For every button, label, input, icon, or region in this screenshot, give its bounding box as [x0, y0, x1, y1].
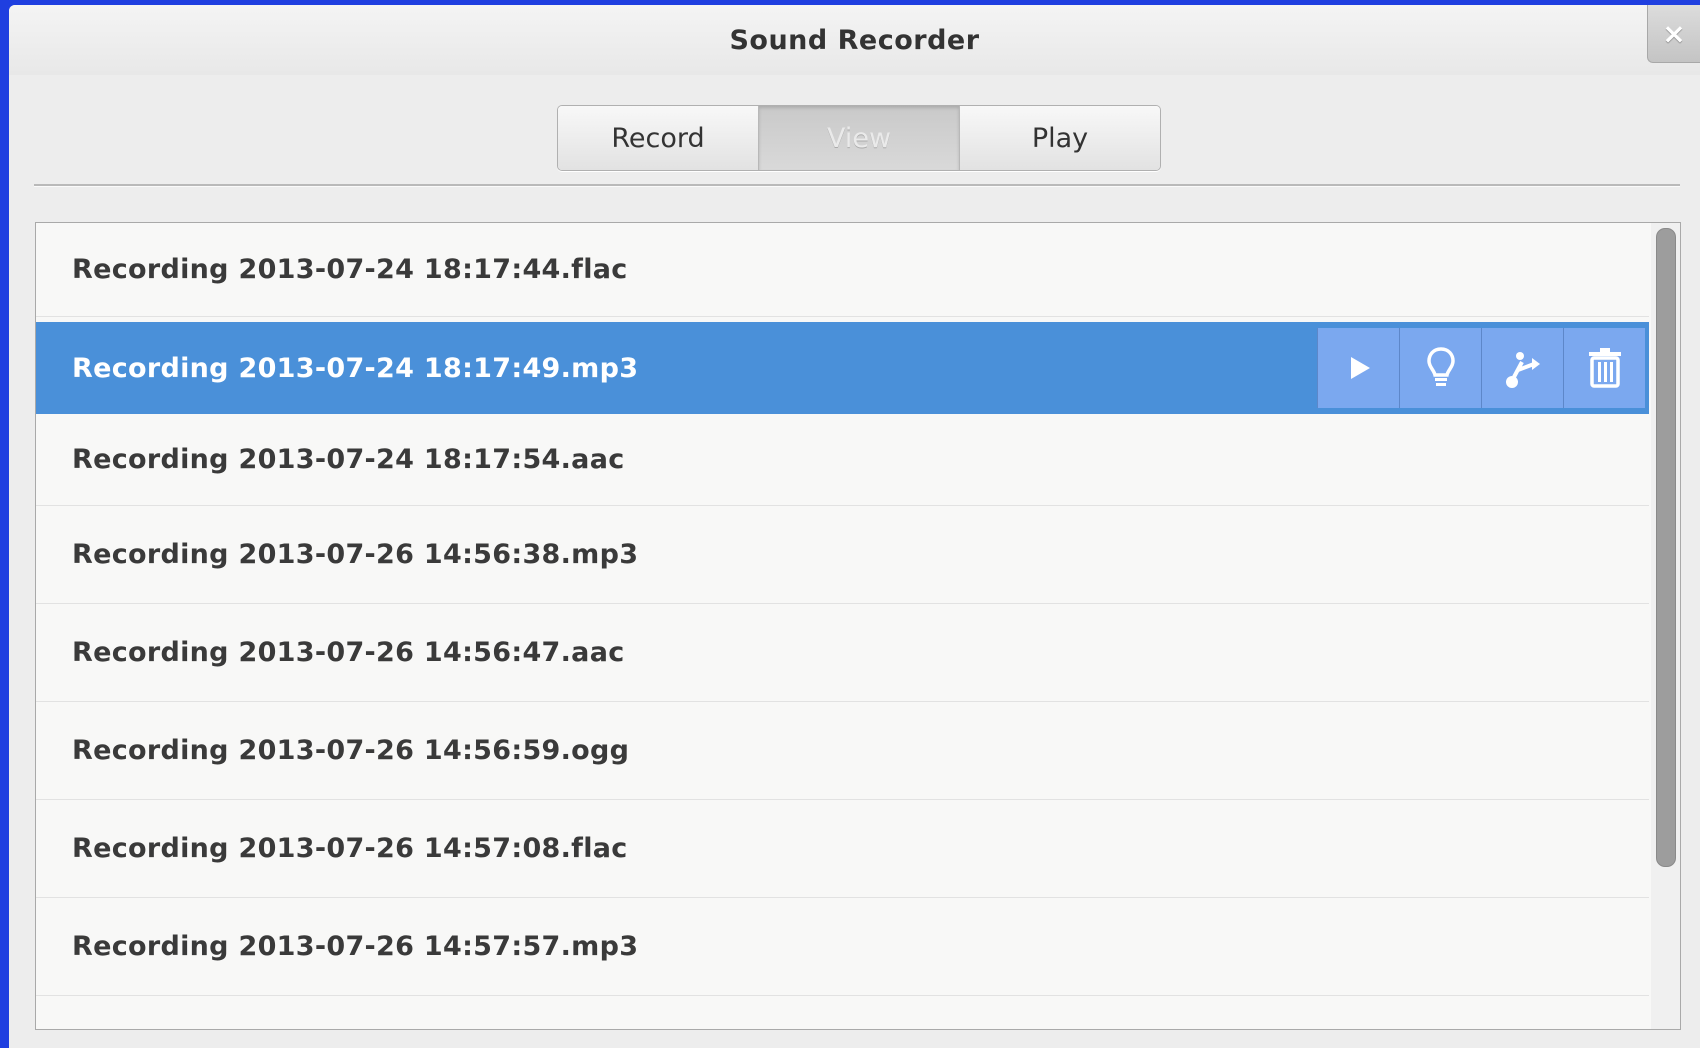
info-button[interactable]	[1399, 328, 1481, 408]
window-title: Sound Recorder	[729, 25, 980, 56]
recording-name: Recording 2013-07-24 18:17:49.mp3	[72, 352, 639, 384]
list-item[interactable]: Recording 2013-07-24 18:17:54.aac	[36, 414, 1649, 506]
trash-icon	[1588, 348, 1621, 388]
list-item[interactable]: Recording 2013-07-26 14:56:38.mp3	[36, 506, 1649, 604]
titlebar: Sound Recorder ×	[9, 5, 1700, 75]
recording-name: Recording 2013-07-24 18:17:44.flac	[72, 254, 628, 285]
recording-name: Recording 2013-07-26 14:57:57.mp3	[72, 931, 639, 962]
view-switcher: Record View Play	[557, 105, 1161, 171]
tab-view[interactable]: View	[759, 106, 960, 170]
delete-button[interactable]	[1563, 328, 1645, 408]
list-item[interactable]: Recording 2013-07-26 14:57:08.flac	[36, 800, 1649, 898]
list-item-selected[interactable]: Recording 2013-07-24 18:17:49.mp3	[36, 322, 1649, 414]
list-item[interactable]: Recording 2013-07-24 18:17:44.flac	[36, 223, 1649, 317]
close-icon: ×	[1662, 17, 1686, 50]
recording-name: Recording 2013-07-26 14:56:59.ogg	[72, 735, 630, 766]
vertical-scrollbar[interactable]	[1651, 223, 1680, 1029]
close-button[interactable]: ×	[1647, 5, 1700, 63]
share-button[interactable]	[1481, 328, 1563, 408]
play-button[interactable]	[1317, 328, 1399, 408]
info-bulb-icon	[1426, 347, 1455, 386]
tab-record[interactable]: Record	[558, 106, 759, 170]
recording-name: Recording 2013-07-26 14:57:08.flac	[72, 833, 628, 864]
header-separator	[34, 184, 1680, 187]
recording-name: Recording 2013-07-26 14:56:47.aac	[72, 637, 625, 668]
row-actions	[1317, 328, 1645, 408]
list-item[interactable]: Recording 2013-07-26 14:56:59.ogg	[36, 702, 1649, 800]
recording-name: Recording 2013-07-26 14:56:38.mp3	[72, 539, 639, 570]
list-item[interactable]: Recording 2013-07-26 14:56:47.aac	[36, 604, 1649, 702]
list-item[interactable]: Recording 2013-07-26 14:57:57.mp3	[36, 898, 1649, 996]
tab-play[interactable]: Play	[960, 106, 1160, 170]
play-icon	[1350, 357, 1370, 379]
recording-name: Recording 2013-07-24 18:17:54.aac	[72, 444, 625, 475]
recordings-list: Recording 2013-07-24 18:17:44.flac Recor…	[35, 222, 1681, 1030]
share-icon	[1505, 352, 1540, 388]
scrollbar-thumb[interactable]	[1656, 228, 1676, 867]
sound-recorder-window: Sound Recorder × Record View Play Record…	[9, 5, 1700, 1048]
